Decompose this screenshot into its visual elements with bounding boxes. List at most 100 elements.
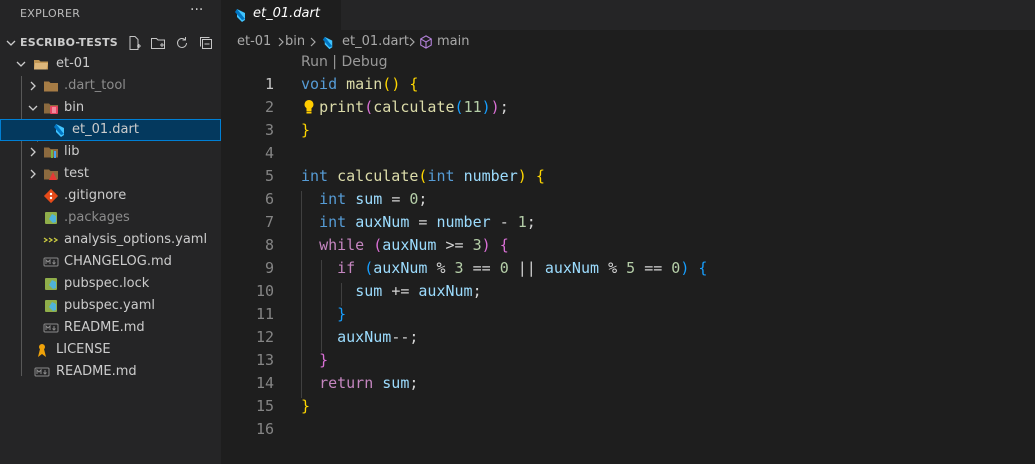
tree-item-label: CHANGELOG.md bbox=[64, 254, 172, 269]
chevron-right-icon bbox=[409, 37, 415, 47]
editor-tab-bar: et_01.dart bbox=[221, 0, 1035, 30]
dart-file-icon bbox=[54, 124, 64, 137]
line-number: 4 bbox=[264, 144, 274, 162]
line-number: 16 bbox=[255, 420, 274, 438]
breadcrumb: et-01 bin et_01.dart main bbox=[221, 30, 1035, 54]
collapse-all-icon[interactable] bbox=[198, 35, 214, 51]
tree-item-label: pubspec.lock bbox=[64, 276, 150, 291]
code-line: return sum; bbox=[319, 374, 419, 392]
tree-item-label: README.md bbox=[64, 320, 145, 335]
line-number: 5 bbox=[264, 167, 274, 185]
markdown-icon bbox=[43, 257, 59, 267]
tree-item-label: .gitignore bbox=[64, 188, 127, 203]
line-number: 15 bbox=[255, 397, 274, 415]
line-number: 10 bbox=[255, 282, 274, 300]
codelens-run-debug[interactable]: Run | Debug bbox=[301, 54, 388, 70]
tree-folder-dart-tool[interactable]: .dart_tool bbox=[0, 75, 221, 97]
breadcrumb-item[interactable]: et_01.dart bbox=[342, 34, 409, 49]
explorer-title: EXPLORER bbox=[20, 7, 81, 20]
code-line: int auxNum = number - 1; bbox=[319, 213, 536, 231]
chevron-right-icon bbox=[310, 37, 316, 47]
dart-file-icon bbox=[235, 9, 245, 22]
pubspec-icon bbox=[45, 278, 57, 290]
tree-file-packages[interactable]: .packages bbox=[0, 207, 221, 229]
tree-file-pubspec-lock[interactable]: pubspec.lock bbox=[0, 273, 221, 295]
tree-file-analysis-options[interactable]: analysis_options.yaml bbox=[0, 229, 221, 251]
chevron-right-icon bbox=[30, 147, 36, 157]
new-file-icon[interactable] bbox=[126, 35, 142, 51]
tree-item-label: analysis_options.yaml bbox=[64, 232, 208, 247]
code-line: int sum = 0; bbox=[319, 190, 428, 208]
tree-item-label: .packages bbox=[64, 210, 130, 225]
line-number: 7 bbox=[264, 213, 274, 231]
code-line: auxNum--; bbox=[337, 328, 419, 346]
line-number: 11 bbox=[255, 305, 274, 323]
tree-file-readme[interactable]: README.md bbox=[0, 361, 221, 383]
tree-file-et-01-dart[interactable]: et_01.dart bbox=[0, 119, 221, 141]
tree-item-label: lib bbox=[64, 144, 80, 159]
tree-item-label: et-01 bbox=[56, 56, 91, 71]
explorer-sidebar: EXPLORER ··· ESCRIBO-TESTS et-01 .dart_t… bbox=[0, 0, 221, 464]
chevron-down-icon bbox=[6, 40, 16, 46]
breadcrumb-item[interactable]: bin bbox=[285, 34, 305, 49]
dart-file-icon bbox=[322, 36, 333, 50]
tree-folder-bin[interactable]: bin bbox=[0, 97, 221, 119]
markdown-icon bbox=[43, 323, 59, 333]
more-actions-icon[interactable]: ··· bbox=[190, 2, 203, 18]
chevron-right-icon bbox=[30, 81, 36, 91]
new-folder-icon[interactable] bbox=[150, 35, 166, 51]
code-line: } bbox=[337, 305, 347, 323]
line-number: 6 bbox=[264, 190, 274, 208]
line-number: 9 bbox=[264, 259, 274, 277]
tree-item-label: pubspec.yaml bbox=[64, 298, 155, 313]
tree-folder-lib[interactable]: lib bbox=[0, 141, 221, 163]
workspace-title: ESCRIBO-TESTS bbox=[20, 36, 118, 49]
breadcrumb-item[interactable]: main bbox=[437, 34, 469, 49]
tree-item-label: README.md bbox=[56, 364, 137, 379]
tree-file-changelog[interactable]: CHANGELOG.md bbox=[0, 251, 221, 273]
code-line: sum += auxNum; bbox=[355, 282, 482, 300]
chevron-down-icon bbox=[28, 105, 38, 111]
git-icon bbox=[43, 188, 59, 204]
folder-open-icon bbox=[34, 60, 48, 70]
license-icon bbox=[38, 344, 46, 357]
folder-icon bbox=[44, 81, 58, 92]
tab-et-01-dart[interactable]: et_01.dart bbox=[221, 0, 341, 30]
line-number: 13 bbox=[255, 351, 274, 369]
workspace-section-header[interactable]: ESCRIBO-TESTS bbox=[0, 32, 221, 54]
tree-item-label: et_01.dart bbox=[72, 122, 139, 137]
code-line: print(calculate(11)); bbox=[319, 98, 509, 116]
tree-folder-test[interactable]: test bbox=[0, 163, 221, 185]
code-line: if (auxNum % 3 == 0 || auxNum % 5 == 0) … bbox=[337, 259, 708, 277]
code-line: void main() { bbox=[301, 75, 419, 93]
line-number: 2 bbox=[264, 98, 274, 116]
line-number: 3 bbox=[264, 121, 274, 139]
tree-file-pubspec-yaml[interactable]: pubspec.yaml bbox=[0, 295, 221, 317]
tree-folder-et-01[interactable]: et-01 bbox=[0, 53, 221, 75]
code-line: } bbox=[301, 397, 311, 415]
tab-label: et_01.dart bbox=[253, 6, 320, 21]
markdown-icon bbox=[34, 367, 50, 377]
line-number: 14 bbox=[255, 374, 274, 392]
line-number: 12 bbox=[255, 328, 274, 346]
test-folder-icon bbox=[44, 169, 58, 180]
code-line: int calculate(int number) { bbox=[301, 167, 545, 185]
chevron-down-icon bbox=[16, 61, 26, 67]
tree-file-license[interactable]: LICENSE bbox=[0, 339, 221, 361]
code-line: while (auxNum >= 3) { bbox=[319, 236, 509, 254]
line-number: 8 bbox=[264, 236, 274, 254]
method-icon bbox=[420, 35, 432, 49]
code-editor[interactable]: Run | Debug 1 2 3 4 5 6 7 8 9 10 11 12 1… bbox=[221, 54, 1035, 464]
refresh-icon[interactable] bbox=[174, 35, 190, 51]
explorer-header: EXPLORER ··· bbox=[0, 0, 221, 28]
packages-icon bbox=[45, 212, 57, 224]
tree-item-label: LICENSE bbox=[56, 342, 111, 357]
bin-folder-icon bbox=[44, 103, 58, 114]
line-number: 1 bbox=[264, 75, 274, 93]
chevron-right-icon bbox=[30, 169, 36, 179]
breadcrumb-item[interactable]: et-01 bbox=[237, 34, 271, 49]
yaml-icon bbox=[43, 237, 59, 243]
pubspec-icon bbox=[45, 300, 57, 312]
tree-file-readme[interactable]: README.md bbox=[0, 317, 221, 339]
tree-file-gitignore[interactable]: .gitignore bbox=[0, 185, 221, 207]
